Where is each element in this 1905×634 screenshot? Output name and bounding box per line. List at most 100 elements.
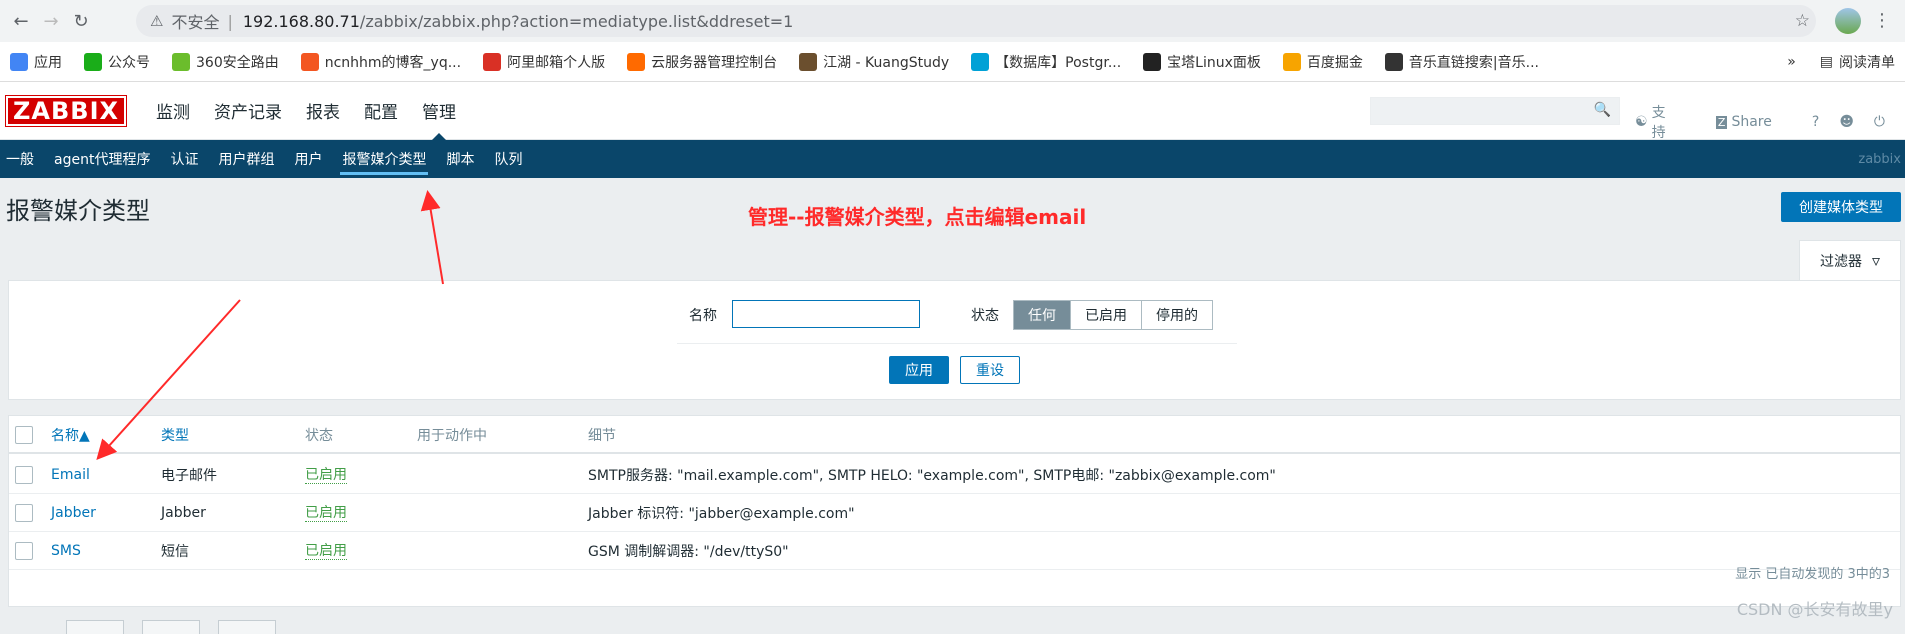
search-icon[interactable]: 🔍: [1594, 102, 1611, 118]
row-checkbox[interactable]: [15, 504, 33, 522]
bookmark-item[interactable]: 360安全路由: [172, 52, 279, 72]
name-filter-label: 名称: [689, 308, 717, 324]
bookmark-label: 云服务器管理控制台: [651, 54, 778, 71]
help-button[interactable]: ?: [1812, 102, 1819, 142]
bookmark-star-icon[interactable]: ☆: [1795, 11, 1810, 31]
reset-button[interactable]: 重设: [960, 356, 1020, 384]
bookmark-label: 【数据库】Postgr...: [995, 54, 1122, 71]
bookmark-item[interactable]: 应用: [10, 52, 62, 72]
status-option[interactable]: 任何: [1014, 301, 1070, 329]
bookmark-label: 阿里邮箱个人版: [507, 54, 606, 71]
media-type-details-cell: SMTP服务器: "mail.example.com", SMTP HELO: …: [588, 456, 1276, 494]
top-nav-item[interactable]: 资产记录: [202, 82, 294, 140]
sub-nav-item[interactable]: 用户: [284, 140, 332, 178]
bottom-button[interactable]: [66, 620, 124, 634]
status-option[interactable]: 已启用: [1070, 301, 1141, 329]
bookmark-favicon-icon: [172, 52, 190, 71]
top-nav-item[interactable]: 报表: [294, 82, 352, 140]
select-all-checkbox[interactable]: [15, 426, 33, 444]
search-input[interactable]: 🔍: [1370, 97, 1620, 125]
media-type-status[interactable]: 已启用: [305, 467, 347, 484]
bookmark-label: 音乐直链搜索|音乐...: [1408, 54, 1539, 71]
sub-nav-item[interactable]: 用户群组: [208, 140, 284, 178]
bookmark-label: 百度掘金: [1306, 54, 1363, 71]
table-row: Email 电子邮件 已启用 SMTP服务器: "mail.example.com",…: [9, 456, 1900, 494]
profile-avatar[interactable]: [1835, 8, 1861, 34]
name-filter-input[interactable]: [732, 300, 920, 328]
reading-list-button[interactable]: 阅读清单: [1839, 52, 1895, 72]
logout-icon[interactable]: ⏻: [1874, 102, 1885, 142]
bookmark-item[interactable]: ncnhhm的博客_yq...: [300, 52, 462, 72]
sub-nav-item[interactable]: 认证: [160, 140, 208, 178]
bookmark-item[interactable]: 百度掘金: [1282, 52, 1363, 72]
address-bar[interactable]: ⚠ 不安全 | 192.168.80.71 /zabbix/zabbix.php…: [136, 5, 1816, 37]
row-checkbox[interactable]: [15, 466, 33, 484]
media-type-status-cell: 已启用: [305, 456, 347, 494]
bookmark-favicon-icon: [10, 52, 28, 71]
filter-panel: 名称 状态 任何 已启用 停用的 应用 重设: [8, 280, 1901, 400]
share-label: Share: [1731, 114, 1772, 130]
sub-nav-item[interactable]: 报警媒介类型: [332, 140, 436, 178]
bookmark-label: ncnhhm的博客_yq...: [324, 54, 462, 71]
sub-nav-item[interactable]: 一般: [0, 140, 44, 178]
sub-nav-item[interactable]: agent代理程序: [44, 140, 160, 178]
media-type-type: 电子邮件: [161, 468, 217, 484]
zabbix-logo[interactable]: ZABBIX: [5, 94, 127, 127]
bookmark-favicon-icon: [84, 52, 102, 71]
top-nav-item[interactable]: 监测: [144, 82, 202, 140]
bottom-button[interactable]: [142, 620, 200, 634]
media-type-details-cell: GSM 调制解调器: "/dev/ttyS0": [588, 532, 789, 570]
bookmark-item[interactable]: 云服务器管理控制台: [627, 52, 777, 72]
media-type-name-link[interactable]: Email: [51, 467, 90, 483]
top-nav-item[interactable]: 配置: [352, 82, 410, 140]
bookmark-favicon-icon: [1143, 52, 1162, 71]
user-profile-icon[interactable]: ☻: [1839, 102, 1854, 142]
share-link[interactable]: Z Share: [1715, 102, 1792, 142]
reload-icon[interactable]: ↻: [66, 11, 96, 32]
column-header[interactable]: 类型: [161, 416, 189, 454]
filter-icon: ▿: [1871, 251, 1881, 270]
bookmarks-more-button[interactable]: »: [1787, 54, 1796, 70]
warning-icon: ⚠: [150, 12, 164, 30]
bookmark-item[interactable]: 【数据库】Postgr...: [971, 52, 1121, 72]
media-type-status[interactable]: 已启用: [305, 543, 347, 560]
top-nav-item[interactable]: 管理: [410, 82, 468, 141]
sub-nav-item[interactable]: 脚本: [436, 140, 484, 178]
top-navigation: 监测 资产记录 报表 配置 管理: [144, 82, 468, 141]
bookmark-favicon-icon: [1384, 52, 1403, 71]
page-title: 报警媒介类型: [6, 197, 150, 225]
reading-list-icon: ▤: [1819, 54, 1833, 70]
support-link[interactable]: ☯ 支持: [1635, 102, 1696, 142]
bookmark-item[interactable]: 江湖 - KuangStudy: [799, 52, 949, 72]
bottom-button[interactable]: [218, 620, 276, 634]
status-option[interactable]: 停用的: [1141, 301, 1212, 329]
media-type-name-link[interactable]: SMS: [51, 543, 81, 559]
header-actions: ☯ 支持 Z Share ? ☻ ⏻: [1635, 102, 1905, 142]
back-icon[interactable]: ←: [6, 11, 36, 32]
column-header[interactable]: 名称▲: [51, 416, 90, 454]
sub-navigation: 一般 agent代理程序 认证 用户群组 用户 报警媒介类型 脚本 队列 zabbix: [0, 140, 1905, 178]
media-type-name-link[interactable]: Jabber: [51, 505, 96, 521]
table-header-row: 名称▲ 类型 状态 用于动作中 细节: [9, 416, 1900, 454]
bookmark-item[interactable]: 公众号: [84, 52, 150, 72]
table-row: Jabber Jabber 已启用 Jabber 标识符: "jabber@examp…: [9, 494, 1900, 532]
bookmark-item[interactable]: 宝塔Linux面板: [1143, 52, 1261, 72]
row-checkbox[interactable]: [15, 542, 33, 560]
browser-menu-icon[interactable]: ⋮: [1873, 10, 1891, 31]
forward-icon[interactable]: →: [36, 11, 66, 32]
media-type-details: GSM 调制解调器: "/dev/ttyS0": [588, 544, 789, 560]
bookmark-item[interactable]: 阿里邮箱个人版: [483, 52, 605, 72]
bookmark-favicon-icon: [627, 52, 646, 71]
annotation-text: 管理--报警媒介类型，点击编辑email: [748, 205, 1087, 229]
apply-button[interactable]: 应用: [889, 356, 949, 384]
bookmark-favicon-icon: [971, 52, 990, 71]
media-type-status[interactable]: 已启用: [305, 505, 347, 522]
filter-tab[interactable]: 过滤器 ▿: [1799, 240, 1901, 280]
bookmark-label: 应用: [34, 54, 62, 71]
bottom-actions: [66, 620, 294, 634]
media-type-type-cell: 短信: [161, 532, 189, 570]
bookmark-item[interactable]: 音乐直链搜索|音乐...: [1384, 52, 1539, 72]
server-brand: zabbix: [1858, 151, 1901, 167]
sub-nav-item[interactable]: 队列: [484, 140, 532, 178]
create-media-type-button[interactable]: 创建媒体类型: [1781, 192, 1901, 222]
